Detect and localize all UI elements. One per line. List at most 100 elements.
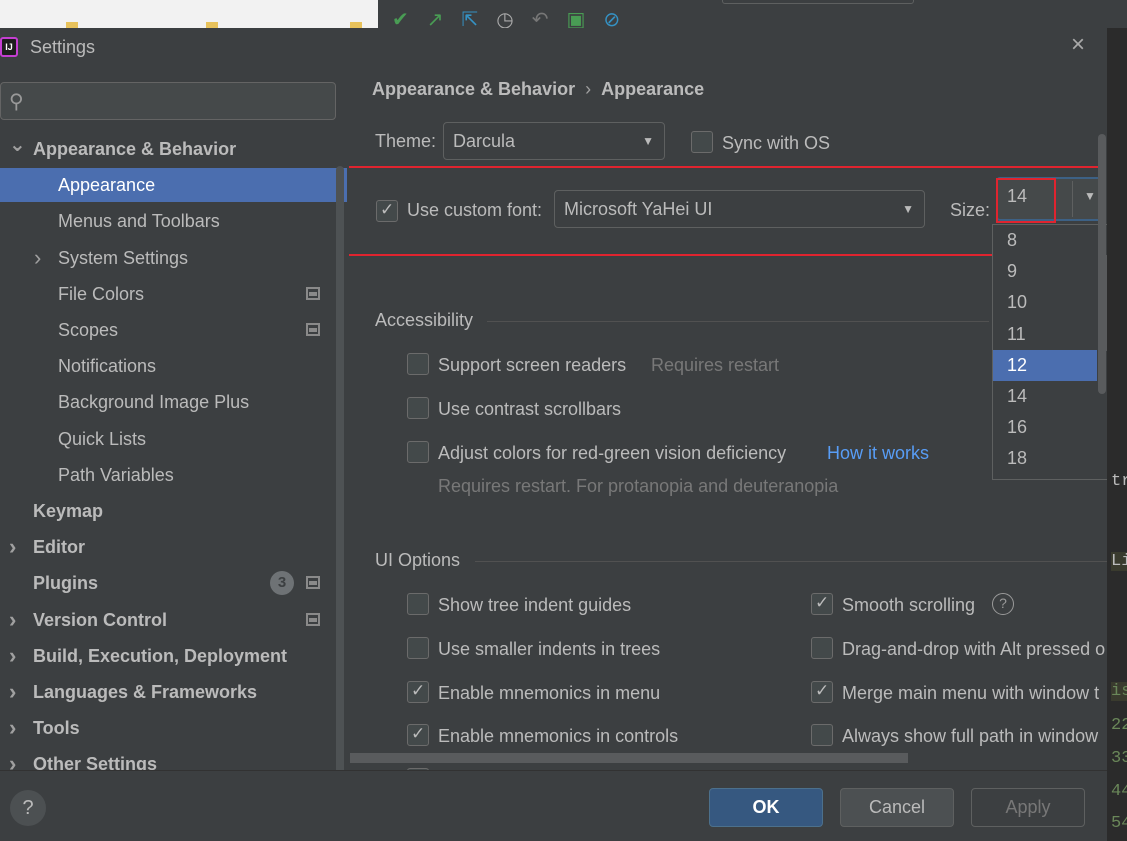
help-icon[interactable]: ?: [992, 593, 1014, 615]
ui-option-label: Enable mnemonics in controls: [438, 726, 679, 747]
font-size-option[interactable]: 11: [993, 319, 1097, 350]
ui-option-checkbox[interactable]: [811, 724, 833, 747]
ui-option-checkbox[interactable]: [407, 593, 429, 615]
sidebar-item[interactable]: Notifications: [0, 349, 347, 383]
sidebar-item[interactable]: › Editor: [0, 530, 347, 564]
sidebar-item[interactable]: Background Image Plus: [0, 385, 347, 419]
background-bookmarks-bar: [0, 0, 378, 28]
how-it-works-link[interactable]: How it works: [827, 443, 929, 464]
chevron-right-icon[interactable]: ›: [9, 675, 23, 709]
horizontal-scrollbar[interactable]: [350, 753, 908, 763]
combo-divider: [1072, 181, 1073, 217]
vertical-scrollbar[interactable]: [1098, 134, 1106, 394]
font-family-dropdown[interactable]: Microsoft YaHei UI ▼: [554, 190, 925, 228]
background-run-config: [722, 0, 914, 4]
sidebar-item[interactable]: › Languages & Frameworks: [0, 675, 347, 709]
ui-option-checkbox[interactable]: [407, 636, 429, 659]
sidebar-item-label: Plugins: [33, 573, 99, 594]
ui-option-checkbox[interactable]: [407, 724, 429, 747]
chevron-down-icon[interactable]: ⌄: [9, 128, 26, 162]
chevron-right-icon[interactable]: ›: [9, 603, 23, 637]
search-input[interactable]: ⚲: [0, 82, 336, 120]
theme-dropdown[interactable]: Darcula ▼: [443, 122, 665, 160]
ui-option-checkbox[interactable]: [811, 593, 833, 615]
background-editor: tr Li is 22 33 44 54: [1107, 28, 1127, 841]
project-settings-icon: [306, 612, 320, 626]
chevron-right-icon[interactable]: ›: [34, 241, 48, 275]
sidebar-item[interactable]: Appearance: [0, 168, 347, 203]
title-bar: IJ Settings ×: [0, 28, 1107, 66]
checkmark-icon: ✔: [392, 9, 409, 31]
font-size-option[interactable]: 14: [993, 381, 1097, 412]
theme-value: Darcula: [453, 131, 516, 151]
sidebar-item-label: Keymap: [33, 501, 104, 521]
sidebar-item-label: Appearance & Behavior: [33, 139, 237, 159]
sidebar-item[interactable]: › System Settings: [0, 241, 347, 275]
close-button[interactable]: ×: [1066, 33, 1090, 57]
ok-button[interactable]: OK: [709, 788, 823, 827]
sidebar-item[interactable]: File Colors: [0, 277, 347, 311]
ui-option-checkbox[interactable]: [407, 680, 429, 703]
section-divider: [487, 321, 989, 322]
chevron-right-icon[interactable]: ›: [9, 711, 23, 745]
color-deficiency-checkbox[interactable]: [407, 441, 429, 463]
sidebar-item[interactable]: Menus and Toolbars: [0, 204, 347, 238]
contrast-scrollbars-checkbox[interactable]: [407, 397, 429, 419]
font-size-option[interactable]: 18: [993, 443, 1097, 474]
apply-button[interactable]: Apply: [971, 788, 1085, 827]
update-count-badge: 3: [270, 571, 294, 596]
sidebar-scrollbar[interactable]: [336, 166, 344, 776]
ui-option-label: Use smaller indents in trees: [438, 638, 661, 659]
sidebar-item-label: Tools: [33, 718, 80, 739]
font-size-option[interactable]: 16: [993, 412, 1097, 443]
sidebar-item[interactable]: Path Variables: [0, 458, 347, 492]
breadcrumb-parent[interactable]: Appearance & Behavior: [372, 79, 575, 99]
sidebar-item[interactable]: › Build, Execution, Deployment: [0, 639, 347, 673]
push-icon: ⇱: [461, 9, 479, 31]
breadcrumb-separator: ›: [585, 79, 592, 99]
font-family-value: Microsoft YaHei UI: [564, 199, 713, 219]
editor-fragment: 33: [1111, 749, 1127, 768]
ui-option-checkbox[interactable]: [811, 680, 833, 703]
theme-label: Theme:: [375, 131, 437, 151]
sidebar-item[interactable]: Keymap: [0, 494, 347, 528]
font-size-label: Size:: [950, 200, 991, 220]
sidebar-item[interactable]: Quick Lists: [0, 422, 347, 456]
history-icon: ◷: [496, 9, 514, 31]
requires-restart-note: Requires restart: [651, 355, 780, 375]
ui-option-label: Merge main menu with window t: [842, 682, 1100, 703]
editor-fragment: 54: [1111, 814, 1127, 833]
chevron-right-icon[interactable]: ›: [9, 530, 23, 564]
sidebar-item[interactable]: Scopes: [0, 313, 347, 347]
sidebar-item[interactable]: Plugins 3: [0, 566, 347, 600]
font-size-dropdown-list[interactable]: 8 9 10 11 12 14 16 18: [992, 224, 1107, 480]
font-size-option[interactable]: 12: [993, 349, 1097, 381]
size-highlight-box: [996, 178, 1056, 223]
arrow-up-right-icon: ↗: [426, 9, 444, 31]
font-size-option[interactable]: 9: [993, 256, 1097, 287]
font-size-option[interactable]: 8: [993, 225, 1097, 256]
sidebar-item-label: System Settings: [58, 247, 189, 268]
sidebar-item[interactable]: ⌄ Appearance & Behavior: [0, 132, 347, 166]
settings-dialog: IJ Settings × ⚲ ⌄ Appearance & Behavior Ap…: [0, 28, 1107, 841]
chevron-right-icon[interactable]: ›: [9, 639, 23, 673]
sidebar-item[interactable]: › Tools: [0, 711, 347, 745]
no-entry-icon: ⊘: [603, 9, 621, 31]
ui-option-label: Show tree indent guides: [438, 595, 632, 615]
cancel-button[interactable]: Cancel: [840, 788, 954, 827]
sync-with-os-checkbox[interactable]: [691, 131, 713, 153]
sidebar-item-label: Quick Lists: [58, 428, 147, 449]
settings-sidebar: ⚲ ⌄ Appearance & Behavior Appearance Menus …: [0, 66, 347, 776]
ui-options-section-title: UI Options: [375, 550, 461, 570]
screen-readers-checkbox[interactable]: [407, 353, 429, 375]
chevron-down-icon[interactable]: ▼: [1084, 189, 1096, 203]
chart-icon: ▣: [566, 9, 586, 31]
ui-option-checkbox[interactable]: [811, 636, 833, 659]
sidebar-item-label: Version Control: [33, 609, 168, 630]
sidebar-item[interactable]: › Version Control: [0, 603, 347, 637]
sidebar-item-label: Scopes: [58, 320, 119, 340]
help-button[interactable]: ?: [10, 790, 46, 826]
use-custom-font-checkbox[interactable]: [376, 200, 398, 222]
accessibility-section-title: Accessibility: [375, 310, 474, 330]
font-size-option[interactable]: 10: [993, 287, 1097, 318]
